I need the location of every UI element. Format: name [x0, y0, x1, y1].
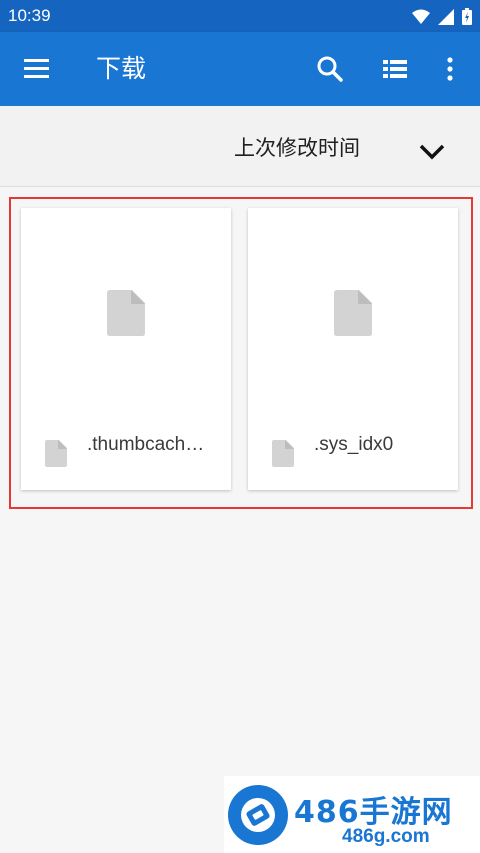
more-vert-icon — [440, 57, 460, 90]
page-title: 下载 — [96, 54, 147, 83]
more-options-button[interactable] — [440, 52, 460, 86]
file-icon — [45, 440, 67, 471]
file-card[interactable]: .thumbcach… — [21, 208, 231, 490]
battery-icon — [462, 8, 472, 29]
file-card[interactable]: .sys_idx0 — [248, 208, 458, 490]
watermark-logo-icon — [226, 783, 290, 851]
search-button[interactable] — [314, 53, 346, 85]
file-icon — [272, 440, 294, 471]
sort-toggle-button[interactable] — [416, 136, 448, 168]
file-preview-icon — [334, 290, 372, 340]
status-time: 10:39 — [8, 6, 51, 25]
sort-label[interactable]: 上次修改时间 — [234, 134, 360, 162]
menu-button[interactable] — [18, 52, 56, 86]
status-icons — [412, 8, 472, 29]
sort-bar: 上次修改时间 — [0, 106, 480, 187]
wifi-icon — [412, 9, 430, 28]
file-name: .thumbcach… — [87, 434, 205, 455]
watermark-title: 486手游网 — [294, 795, 453, 830]
file-preview-icon — [107, 290, 145, 340]
watermark-url: 486g.com — [342, 826, 430, 847]
menu-icon — [18, 59, 56, 90]
chevron-down-icon — [416, 144, 448, 172]
watermark: 486手游网 486g.com — [224, 776, 480, 853]
app-bar: 下载 — [0, 32, 480, 106]
search-icon — [314, 56, 346, 89]
list-view-button[interactable] — [380, 54, 410, 84]
file-name: .sys_idx0 — [314, 434, 394, 455]
list-view-icon — [380, 60, 410, 88]
status-bar: 10:39 — [0, 0, 480, 32]
cell-signal-icon — [438, 8, 454, 29]
